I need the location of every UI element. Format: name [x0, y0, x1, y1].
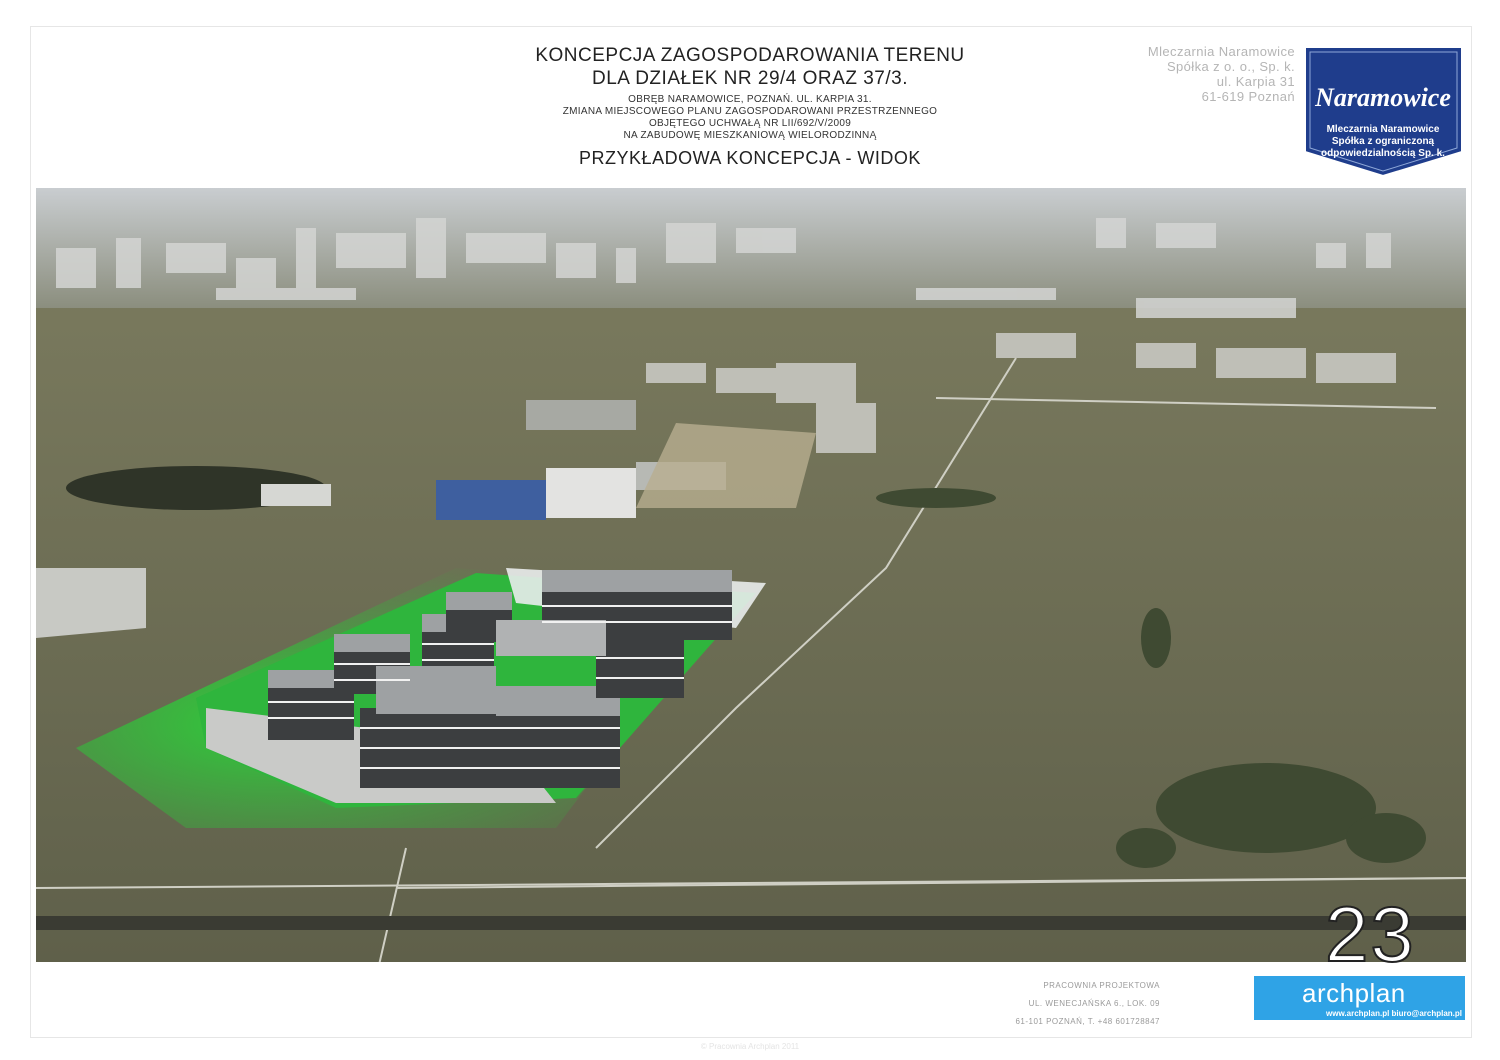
title-block: KONCEPCJA ZAGOSPODAROWANIA TERENU DLA DZ… — [400, 44, 1100, 169]
footer-note: © Pracownia Archplan 2011 — [700, 1042, 800, 1051]
aerial-visualization — [36, 188, 1466, 962]
detail-line-4: NA ZABUDOWĘ MIESZKANIOWĄ WIELORODZINNĄ — [623, 130, 877, 141]
owner-name: Mleczarnia Naramowice — [1147, 44, 1295, 59]
archplan-logo-text: archplan — [1302, 978, 1406, 1008]
view-subtitle: PRZYKŁADOWA KONCEPCJA - WIDOK — [579, 148, 921, 168]
owner-company: Spółka z o. o., Sp. k. — [1166, 59, 1295, 74]
owner-address: Mleczarnia Naramowice Spółka z o. o., Sp… — [1148, 44, 1295, 104]
detail-line-1: OBRĘB NARAMOWICE, POZNAŃ. UL. KARPIA 31. — [628, 94, 872, 105]
archplan-logo: archplan www.archplan.pl biuro@archplan.… — [1254, 976, 1465, 1020]
blue-building — [436, 480, 546, 520]
detail-line-3: OBJĘTEGO UCHWAŁĄ NR LII/692/V/2009 — [648, 118, 852, 129]
sheet-number: 23 — [1324, 890, 1416, 978]
title-line-1: KONCEPCJA ZAGOSPODAROWANIA TERENU — [535, 45, 965, 66]
owner-city: 61-619 Poznań — [1201, 89, 1295, 104]
studio-line-2: UL. WENECJAŃSKA 6., LOK. 09 — [1028, 999, 1160, 1008]
badge-line-1: Mleczarnia Naramowice — [1327, 124, 1440, 135]
badge-brand: Naramowice — [1314, 83, 1451, 112]
warehouse — [36, 568, 146, 638]
naramowice-badge-logo: Naramowice Mleczarnia Naramowice Spółka … — [1302, 44, 1465, 178]
studio-line-1: PRACOWNIA PROJEKTOWA — [1043, 981, 1160, 990]
studio-line-3: 61-101 POZNAŃ, T. +48 601728847 — [1015, 1017, 1160, 1026]
badge-line-3: odpowiedzialnością Sp. k. — [1321, 148, 1445, 159]
studio-address: PRACOWNIA PROJEKTOWA UL. WENECJAŃSKA 6.,… — [1015, 977, 1160, 1031]
owner-street: ul. Karpia 31 — [1216, 74, 1295, 89]
archplan-web: www.archplan.pl biuro@archplan.pl — [1326, 1009, 1462, 1018]
title-line-2: DLA DZIAŁEK NR 29/4 ORAZ 37/3. — [592, 68, 908, 89]
badge-line-2: Spółka z ograniczoną — [1332, 136, 1435, 147]
detail-line-2: ZMIANA MIEJSCOWEGO PLANU ZAGOSPODAROWANI… — [562, 106, 938, 117]
